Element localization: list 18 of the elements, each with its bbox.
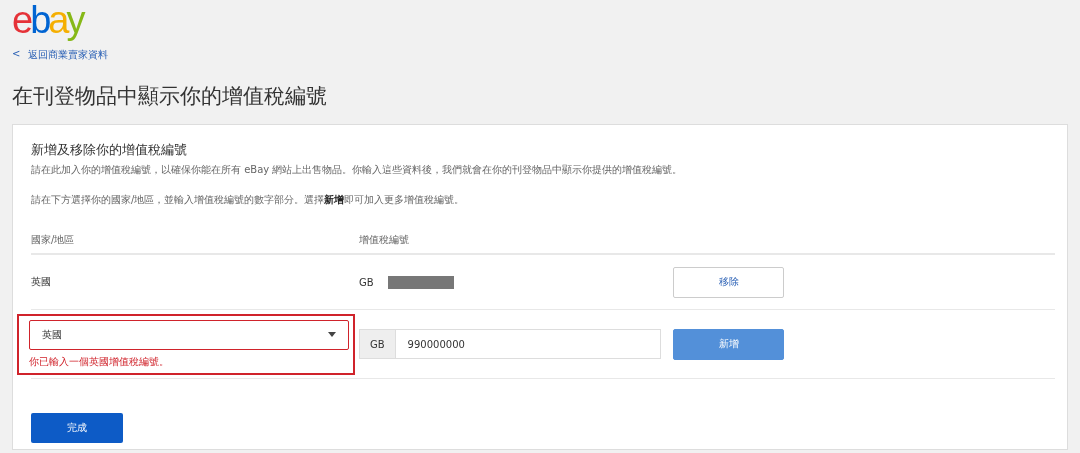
section-heading: 新增及移除你的增值稅編號: [31, 141, 188, 159]
country-cell-text: 英國: [31, 275, 52, 289]
error-message: 你已輸入一個英國增值稅編號。: [29, 354, 170, 369]
done-button[interactable]: 完成: [31, 413, 123, 443]
back-link[interactable]: < 返回商業賣家資料: [12, 48, 109, 62]
description-text: 請在此加入你的增值稅編號，以確保你能在所有 eBay 網站上出售物品。你輸入這些資料後，我們就會在你的刊登物品中顯示你提供的增值稅編號。: [31, 163, 684, 177]
column-header: 增值稅編號: [359, 233, 410, 247]
add-button[interactable]: 新增: [673, 328, 784, 360]
page-title: 在刊登物品中顯示你的增值稅編號: [12, 83, 328, 110]
vat-prefix: GB: [359, 276, 374, 288]
caret-icon: [328, 332, 336, 337]
ebay-logo[interactable]: ebay: [12, 0, 83, 40]
column-header: 國家/地區: [31, 233, 76, 247]
remove-button[interactable]: 移除: [673, 266, 784, 298]
country-dropdown[interactable]: 英國: [29, 319, 349, 350]
vat-prefix: GB: [359, 329, 395, 359]
vat-number-field[interactable]: 990000000: [394, 329, 661, 359]
description-text: 請在下方選擇你的國家/地區，並輸入增值稅編號的數字部分。選擇新增即可加入更多增值稅編號。: [31, 193, 466, 207]
